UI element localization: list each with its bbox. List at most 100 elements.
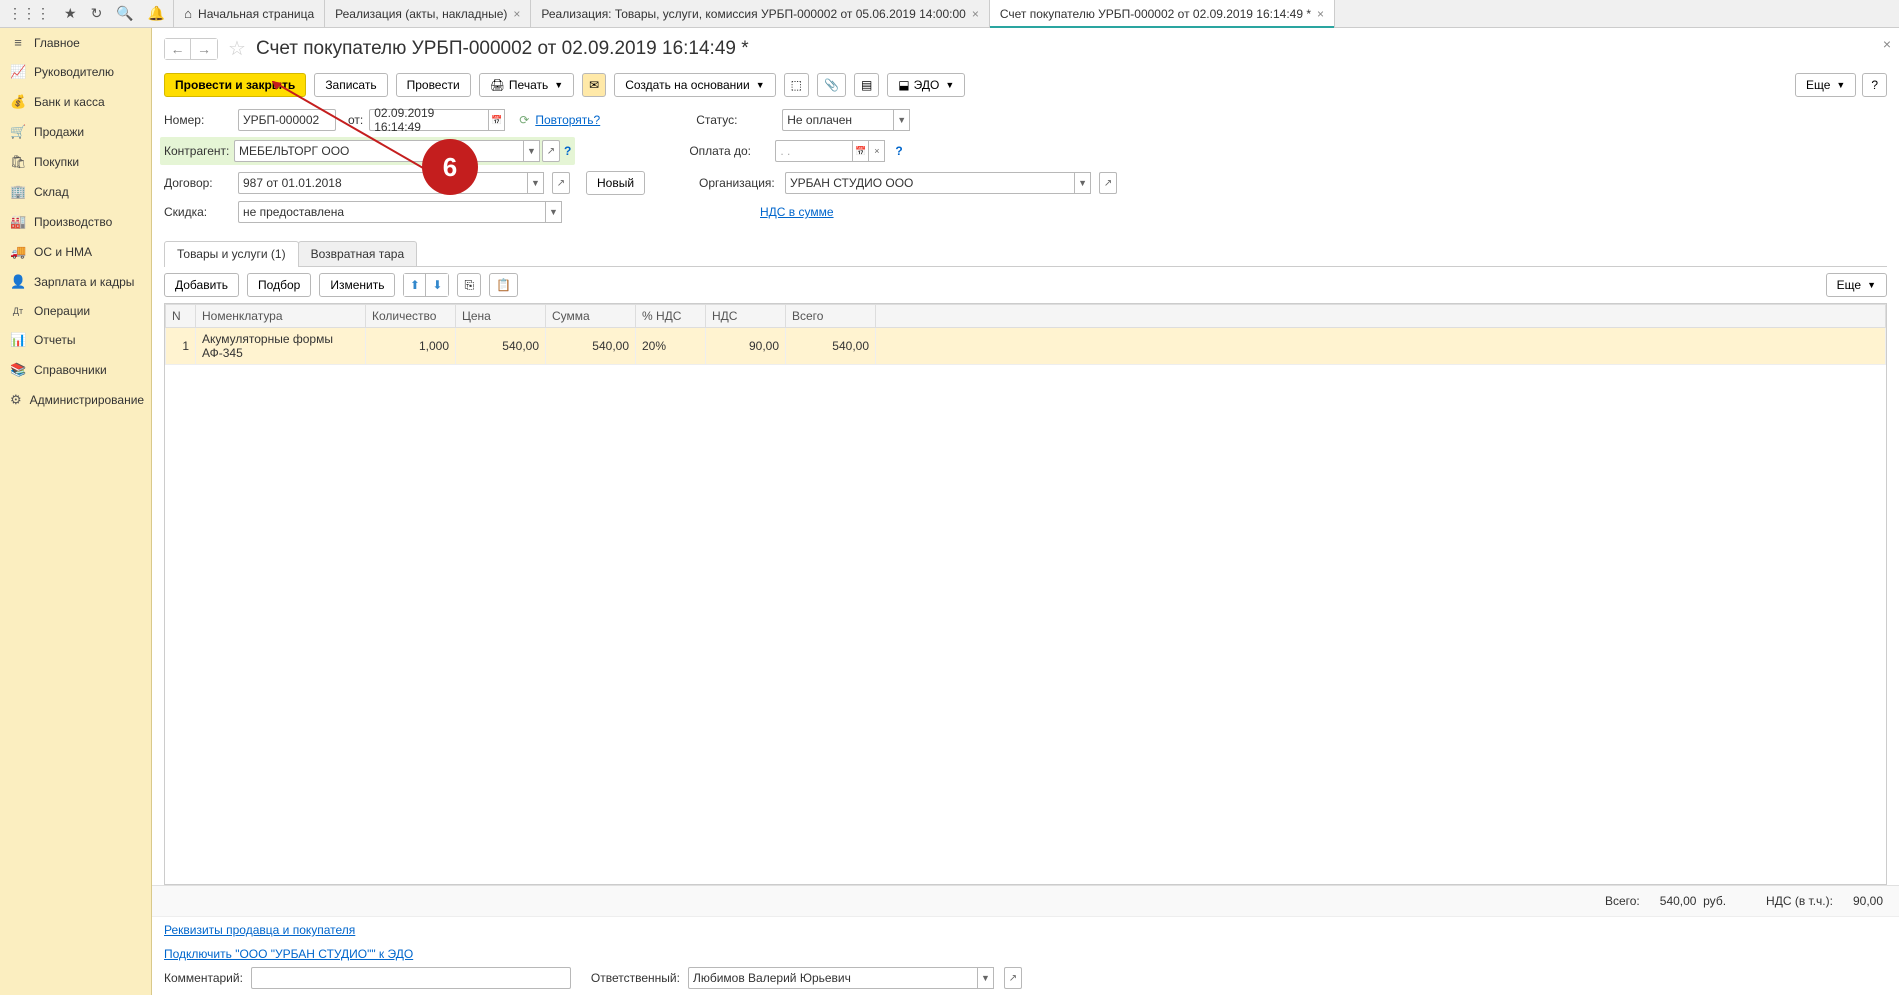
post-and-close-button[interactable]: Провести и закрыть xyxy=(164,73,306,97)
move-down-icon[interactable]: ⬇ xyxy=(426,274,448,296)
sidebar-item-catalogs[interactable]: 📚Справочники xyxy=(0,355,151,385)
star-icon[interactable]: ★ xyxy=(64,5,77,22)
factory-icon: 🏭 xyxy=(10,214,26,230)
sidebar-item-sales[interactable]: 🛒Продажи xyxy=(0,117,151,147)
date-input[interactable]: 02.09.2019 16:14:49 xyxy=(369,109,489,131)
contract-input[interactable]: 987 от 01.01.2018 xyxy=(238,172,528,194)
tab-label: Реализация (акты, накладные) xyxy=(335,7,507,21)
new-contract-button[interactable]: Новый xyxy=(586,171,645,195)
tab-goods[interactable]: Товары и услуги (1) xyxy=(164,241,299,266)
payment-due-input[interactable]: . . xyxy=(775,140,853,162)
col-n[interactable]: N xyxy=(166,305,196,328)
chevron-down-icon[interactable]: ▼ xyxy=(978,967,994,989)
col-vat[interactable]: НДС xyxy=(706,305,786,328)
apps-icon[interactable]: ⋮⋮⋮ xyxy=(8,5,50,22)
sidebar-item-operations[interactable]: ДтОперации xyxy=(0,297,151,325)
create-based-button[interactable]: Создать на основании▼ xyxy=(614,73,775,97)
history-icon[interactable]: ↻ xyxy=(91,5,103,22)
chevron-down-icon[interactable]: ▼ xyxy=(528,172,544,194)
more-button[interactable]: Еще▼ xyxy=(1795,73,1856,97)
help-icon[interactable]: ? xyxy=(895,144,902,158)
close-icon[interactable]: × xyxy=(972,7,979,21)
table-more-button[interactable]: Еще▼ xyxy=(1826,273,1887,297)
comment-input[interactable] xyxy=(251,967,571,989)
close-icon[interactable]: × xyxy=(513,7,520,21)
add-row-button[interactable]: Добавить xyxy=(164,273,239,297)
money-icon: 💰 xyxy=(10,94,26,110)
status-select[interactable]: Не оплачен xyxy=(782,109,894,131)
print-button[interactable]: 🖨Печать▼ xyxy=(479,73,574,97)
tab-realization-list[interactable]: Реализация (акты, накладные) × xyxy=(325,0,531,27)
write-button[interactable]: Записать xyxy=(314,73,387,97)
calendar-icon[interactable]: 📅 xyxy=(489,109,505,131)
open-icon[interactable]: ↗ xyxy=(1004,967,1022,989)
sidebar-item-production[interactable]: 🏭Производство xyxy=(0,207,151,237)
tab-home[interactable]: ⌂ Начальная страница xyxy=(174,0,325,27)
sidebar-item-bank[interactable]: 💰Банк и касса xyxy=(0,87,151,117)
close-icon[interactable]: × xyxy=(1317,7,1324,21)
chevron-down-icon[interactable]: ▼ xyxy=(546,201,562,223)
envelope-icon: ✉ xyxy=(589,78,599,92)
close-icon[interactable]: × xyxy=(1883,36,1891,52)
report-button[interactable]: ▤ xyxy=(854,73,879,97)
discount-select[interactable]: не предоставлена xyxy=(238,201,546,223)
post-button[interactable]: Провести xyxy=(396,73,471,97)
footer: Всего: 540,00 руб. НДС (в т.ч.): 90,00 Р… xyxy=(152,885,1899,995)
sidebar-item-warehouse[interactable]: 🏢Склад xyxy=(0,177,151,207)
connect-edo-link[interactable]: Подключить "ООО "УРБАН СТУДИО"" к ЭДО xyxy=(164,947,413,961)
sidebar-item-reports[interactable]: 📊Отчеты xyxy=(0,325,151,355)
sidebar-item-purchases[interactable]: 🛍Покупки xyxy=(0,147,151,177)
edo-button[interactable]: ⬓ЭДО▼ xyxy=(887,73,965,97)
open-icon[interactable]: ↗ xyxy=(1099,172,1117,194)
mail-button[interactable]: ✉ xyxy=(582,73,606,97)
chevron-down-icon[interactable]: ▼ xyxy=(894,109,910,131)
back-button[interactable]: ← xyxy=(165,39,191,59)
tab-realization-doc[interactable]: Реализация: Товары, услуги, комиссия УРБ… xyxy=(531,0,989,27)
help-icon[interactable]: ? xyxy=(564,144,571,158)
clear-icon[interactable]: × xyxy=(869,140,885,162)
paste-row-button[interactable]: 📋 xyxy=(489,273,518,297)
tab-invoice-doc[interactable]: Счет покупателю УРБП-000002 от 02.09.201… xyxy=(990,0,1335,27)
related-button[interactable]: ⬚ xyxy=(784,73,809,97)
col-sum[interactable]: Сумма xyxy=(546,305,636,328)
sidebar-item-manager[interactable]: 📈Руководителю xyxy=(0,57,151,87)
edo-icon: ⬓ xyxy=(898,78,909,92)
printer-icon: 🖨 xyxy=(490,78,505,92)
chevron-down-icon[interactable]: ▼ xyxy=(1075,172,1091,194)
sidebar-item-salary[interactable]: 👤Зарплата и кадры xyxy=(0,267,151,297)
counterparty-input[interactable]: МЕБЕЛЬТОРГ ООО xyxy=(234,140,524,162)
recurring-icon[interactable]: ⟳ xyxy=(519,113,529,127)
sidebar-item-admin[interactable]: ⚙Администрирование xyxy=(0,385,151,415)
org-input[interactable]: УРБАН СТУДИО ООО xyxy=(785,172,1075,194)
table-row[interactable]: 1 Акумуляторные формы АФ-345 1,000 540,0… xyxy=(166,328,1886,365)
edit-row-button[interactable]: Изменить xyxy=(319,273,395,297)
open-icon[interactable]: ↗ xyxy=(552,172,570,194)
col-nomenclature[interactable]: Номенклатура xyxy=(196,305,366,328)
search-icon[interactable]: 🔍 xyxy=(116,5,133,22)
forward-button[interactable]: → xyxy=(191,39,217,59)
favorite-star-icon[interactable]: ☆ xyxy=(228,36,246,61)
sidebar-item-assets[interactable]: 🚚ОС и НМА xyxy=(0,237,151,267)
vat-mode-link[interactable]: НДС в сумме xyxy=(760,205,834,219)
copy-row-button[interactable]: ⎘ xyxy=(457,273,481,297)
pick-button[interactable]: Подбор xyxy=(247,273,311,297)
table-area[interactable]: N Номенклатура Количество Цена Сумма % Н… xyxy=(164,303,1887,885)
move-up-icon[interactable]: ⬆ xyxy=(404,274,426,296)
calendar-icon[interactable]: 📅 xyxy=(853,140,869,162)
tab-containers[interactable]: Возвратная тара xyxy=(298,241,418,266)
chevron-down-icon[interactable]: ▼ xyxy=(524,140,540,162)
attach-button[interactable]: 📎 xyxy=(817,73,846,97)
col-price[interactable]: Цена xyxy=(456,305,546,328)
number-input[interactable]: УРБП-000002 xyxy=(238,109,336,131)
open-icon[interactable]: ↗ xyxy=(542,140,560,162)
help-button[interactable]: ? xyxy=(1862,73,1887,97)
repeat-link[interactable]: Повторять? xyxy=(535,113,600,127)
books-icon: 📚 xyxy=(10,362,26,378)
responsible-input[interactable]: Любимов Валерий Юрьевич xyxy=(688,967,978,989)
col-quantity[interactable]: Количество xyxy=(366,305,456,328)
col-vat-rate[interactable]: % НДС xyxy=(636,305,706,328)
seller-details-link[interactable]: Реквизиты продавца и покупателя xyxy=(164,923,355,937)
sidebar-item-main[interactable]: ≡Главное xyxy=(0,28,151,57)
col-total[interactable]: Всего xyxy=(786,305,876,328)
bell-icon[interactable]: 🔔 xyxy=(148,5,165,22)
